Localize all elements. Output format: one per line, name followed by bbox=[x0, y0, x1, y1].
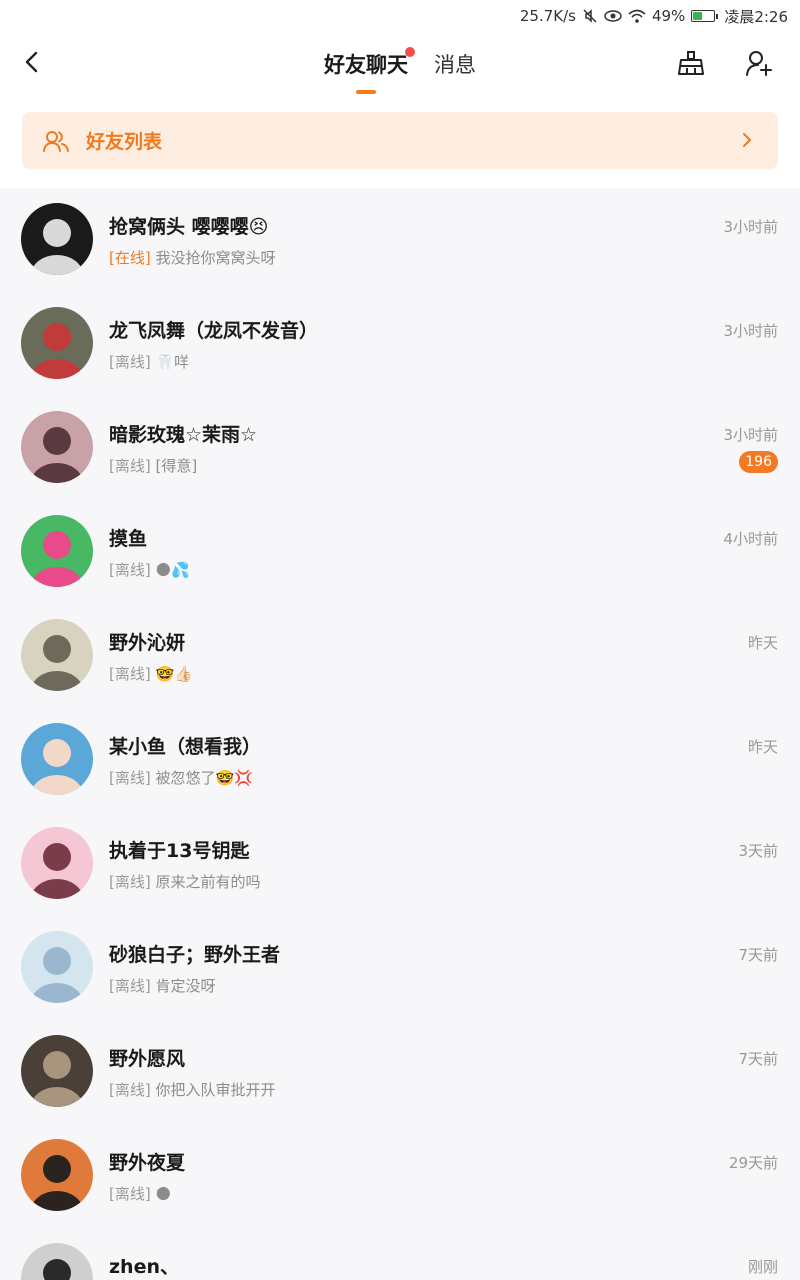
friend-list-banner[interactable]: 好友列表 bbox=[22, 112, 778, 169]
chat-time: 3小时前 bbox=[723, 426, 778, 444]
chat-name: 暗影玫瑰☆茉雨☆ bbox=[109, 424, 258, 446]
last-message: 被忽悠了🤓💢 bbox=[155, 769, 253, 787]
broom-icon[interactable] bbox=[676, 48, 706, 78]
tab-bar: 好友聊天 消息 bbox=[324, 47, 476, 94]
net-speed: 25.7K/s bbox=[519, 7, 576, 25]
status-bar: 25.7K/s 49% 凌晨2:26 bbox=[0, 0, 800, 32]
chat-name: 执着于13号钥匙 bbox=[109, 840, 250, 862]
tab-messages-label: 消息 bbox=[434, 53, 476, 77]
last-message: 肯定没呀 bbox=[155, 977, 216, 995]
tab-messages[interactable]: 消息 bbox=[434, 49, 476, 79]
chat-name: 摸鱼 bbox=[109, 528, 148, 550]
presence-status: [离线] bbox=[109, 561, 156, 579]
chat-time: 4小时前 bbox=[723, 530, 778, 548]
chat-time: 29天前 bbox=[728, 1154, 778, 1172]
presence-status: [离线] bbox=[109, 353, 156, 371]
avatar[interactable] bbox=[21, 1035, 93, 1107]
chat-name: 野外愿风 bbox=[109, 1048, 186, 1070]
presence-status: [离线] bbox=[109, 1081, 156, 1099]
avatar[interactable] bbox=[21, 931, 93, 1003]
chat-row[interactable]: 砂狼白子；野外王者 [离线] 肯定没呀 7天前 bbox=[0, 916, 800, 1020]
top-nav: 好友聊天 消息 bbox=[0, 32, 800, 104]
chat-time: 刚刚 bbox=[747, 1258, 778, 1276]
chat-preview: [离线] 🦷咩 bbox=[109, 351, 189, 372]
last-message: 🦷咩 bbox=[155, 353, 190, 371]
chat-preview: [在线] 我没抢你窝窝头呀 bbox=[109, 247, 276, 268]
friends-icon bbox=[43, 130, 69, 152]
chat-row[interactable]: 执着于13号钥匙 [离线] 原来之前有的吗 3天前 bbox=[0, 812, 800, 916]
chat-row[interactable]: 野外愿风 [离线] 你把入队审批开开 7天前 bbox=[0, 1020, 800, 1124]
avatar[interactable] bbox=[21, 307, 93, 379]
chevron-right-icon bbox=[743, 133, 751, 147]
chat-preview: [离线] 你把入队审批开开 bbox=[109, 1079, 276, 1100]
last-message: 🤓👍🏻 bbox=[155, 665, 193, 683]
chat-name: 野外沁妍 bbox=[109, 632, 186, 654]
avatar[interactable] bbox=[21, 411, 93, 483]
tab-friend-chat[interactable]: 好友聊天 bbox=[324, 47, 415, 94]
avatar[interactable] bbox=[21, 203, 93, 275]
chat-row[interactable]: 龙飞凤舞（龙凤不发音） [离线] 🦷咩 3小时前 bbox=[0, 292, 800, 396]
last-message: [得意] bbox=[155, 457, 198, 475]
last-message: 你把入队审批开开 bbox=[155, 1081, 276, 1099]
chat-name: zhen、 bbox=[109, 1256, 179, 1278]
presence-status: [在线] bbox=[109, 249, 156, 267]
chat-preview: [离线] 原来之前有的吗 bbox=[109, 871, 261, 892]
chat-row[interactable]: 野外夜夏 [离线] 🌑 29天前 bbox=[0, 1124, 800, 1228]
chat-name: 野外夜夏 bbox=[109, 1152, 186, 1174]
chat-list: 抢窝俩头 嘤嘤嘤😣 [在线] 我没抢你窝窝头呀 3小时前 龙飞凤舞（龙凤不发音）… bbox=[0, 188, 800, 1280]
chat-preview: [离线] 🌑💦 bbox=[109, 559, 190, 580]
presence-status: [离线] bbox=[109, 977, 156, 995]
friend-list-label: 好友列表 bbox=[86, 131, 163, 153]
tab-friend-chat-label: 好友聊天 bbox=[324, 53, 408, 77]
chat-time: 昨天 bbox=[747, 634, 778, 652]
chat-preview: [离线] 🌑 bbox=[109, 1183, 171, 1204]
chat-row[interactable]: 某小鱼（想看我） [离线] 被忽悠了🤓💢 昨天 bbox=[0, 708, 800, 812]
back-arrow-icon[interactable] bbox=[20, 50, 44, 74]
wifi-icon bbox=[628, 9, 646, 23]
chat-name: 砂狼白子；野外王者 bbox=[109, 944, 281, 966]
add-friend-icon[interactable] bbox=[744, 48, 774, 78]
chat-row[interactable]: 抢窝俩头 嘤嘤嘤😣 [在线] 我没抢你窝窝头呀 3小时前 bbox=[0, 188, 800, 292]
last-message: 原来之前有的吗 bbox=[155, 873, 261, 891]
avatar[interactable] bbox=[21, 827, 93, 899]
chat-name: 抢窝俩头 嘤嘤嘤😣 bbox=[109, 216, 269, 238]
last-message: 🌑💦 bbox=[155, 561, 190, 579]
clock: 凌晨2:26 bbox=[724, 7, 788, 26]
chat-row[interactable]: zhen、 刚刚 bbox=[0, 1228, 800, 1280]
unread-dot bbox=[405, 47, 415, 57]
chat-time: 7天前 bbox=[738, 1050, 778, 1068]
chat-row[interactable]: 野外沁妍 [离线] 🤓👍🏻 昨天 bbox=[0, 604, 800, 708]
chat-preview: [离线] 被忽悠了🤓💢 bbox=[109, 767, 253, 788]
avatar[interactable] bbox=[21, 1139, 93, 1211]
chat-preview: [离线] 🤓👍🏻 bbox=[109, 663, 193, 684]
battery-percent: 49% bbox=[651, 7, 686, 25]
presence-status: [离线] bbox=[109, 873, 156, 891]
presence-status: [离线] bbox=[109, 769, 156, 787]
chat-name: 某小鱼（想看我） bbox=[109, 736, 262, 758]
mute-icon bbox=[583, 9, 597, 23]
chat-preview: [离线] 肯定没呀 bbox=[109, 975, 216, 996]
chat-row[interactable]: 暗影玫瑰☆茉雨☆ [离线] [得意] 3小时前 196 bbox=[0, 396, 800, 500]
battery-icon bbox=[691, 10, 719, 22]
chat-name: 龙飞凤舞（龙凤不发音） bbox=[109, 320, 319, 342]
avatar[interactable] bbox=[21, 1243, 93, 1280]
chat-time: 3小时前 bbox=[723, 218, 778, 236]
chat-row[interactable]: 摸鱼 [离线] 🌑💦 4小时前 bbox=[0, 500, 800, 604]
presence-status: [离线] bbox=[109, 457, 156, 475]
chat-time: 3天前 bbox=[738, 842, 778, 860]
last-message: 🌑 bbox=[155, 1185, 172, 1203]
chat-time: 7天前 bbox=[738, 946, 778, 964]
avatar[interactable] bbox=[21, 619, 93, 691]
eye-icon bbox=[604, 10, 622, 22]
chat-time: 昨天 bbox=[747, 738, 778, 756]
unread-badge: 196 bbox=[739, 451, 778, 473]
chat-preview: [离线] [得意] bbox=[109, 455, 197, 476]
active-tab-indicator bbox=[356, 90, 376, 94]
presence-status: [离线] bbox=[109, 665, 156, 683]
chat-time: 3小时前 bbox=[723, 322, 778, 340]
presence-status: [离线] bbox=[109, 1185, 156, 1203]
last-message: 我没抢你窝窝头呀 bbox=[155, 249, 276, 267]
avatar[interactable] bbox=[21, 515, 93, 587]
avatar[interactable] bbox=[21, 723, 93, 795]
